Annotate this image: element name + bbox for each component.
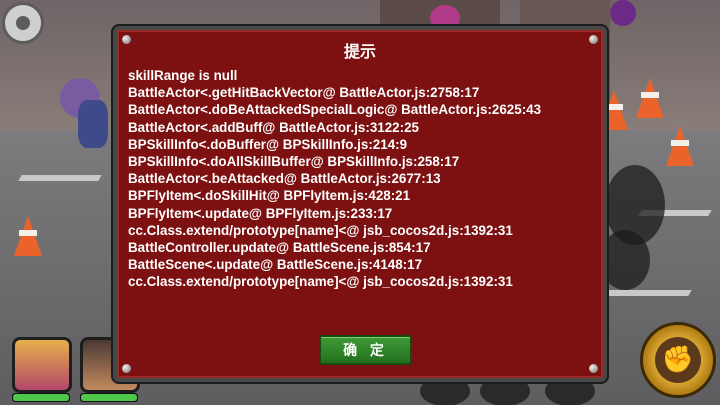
message-line: cc.Class.extend/prototype[name]<@ jsb_co… — [128, 274, 513, 290]
dialog-title: 提示 — [343, 42, 376, 61]
message-line: BPSkillInfo<.doAllSkillBuffer@ BPSkillIn… — [128, 154, 460, 170]
message-line: skillRange is null — [128, 68, 238, 83]
message-line: BattleActor<.doBeAttackedSpecialLogic@ B… — [128, 102, 542, 118]
fist-icon: ✊ — [655, 337, 701, 383]
message-line: BattleScene<.update@ BattleScene.js:4148… — [128, 257, 423, 273]
traffic-cone — [636, 78, 664, 118]
message-line: BPFlyItem<.update@ BPFlyItem.js:233:17 — [128, 205, 393, 221]
message-line: BattleActor<.beAttacked@ BattleActor.js:… — [128, 171, 441, 187]
road-stripe — [598, 290, 692, 296]
message-line: BPSkillInfo<.doBuffer@ BPSkillInfo.js:21… — [128, 136, 408, 152]
rivet — [122, 364, 131, 373]
message-line: cc.Class.extend/prototype[name]<@ jsb_co… — [128, 222, 513, 238]
hero-health-fill — [81, 394, 137, 401]
message-line: BattleActor<.addBuff@ BattleActor.js:312… — [128, 119, 419, 135]
purple-orb — [610, 0, 636, 26]
hero-portrait-icon[interactable] — [12, 337, 72, 393]
traffic-cone — [666, 126, 694, 166]
ok-button[interactable]: 确 定 — [319, 335, 412, 365]
error-message: skillRange is null BattleActor<.getHitBa… — [128, 67, 595, 291]
rivet — [589, 364, 598, 373]
smoke-cloud — [600, 230, 650, 290]
error-dialog: 提示 skillRange is null BattleActor<.getHi… — [113, 26, 607, 382]
hero-health-bar — [12, 393, 70, 402]
message-line: BattleActor<.getHitBackVector@ BattleAct… — [128, 85, 480, 101]
fighter-sprite — [78, 100, 108, 148]
hero-health-fill — [13, 394, 69, 401]
road-stripe — [18, 175, 102, 181]
hero-health-bar — [80, 393, 138, 402]
gear-icon[interactable] — [2, 2, 44, 44]
message-line: BattleController.update@ BattleScene.js:… — [128, 240, 431, 256]
traffic-cone — [14, 216, 42, 256]
skill-button[interactable]: ✊ — [640, 322, 716, 398]
message-line: BPFlyItem<.doSkillHit@ BPFlyItem.js:428:… — [128, 188, 411, 204]
